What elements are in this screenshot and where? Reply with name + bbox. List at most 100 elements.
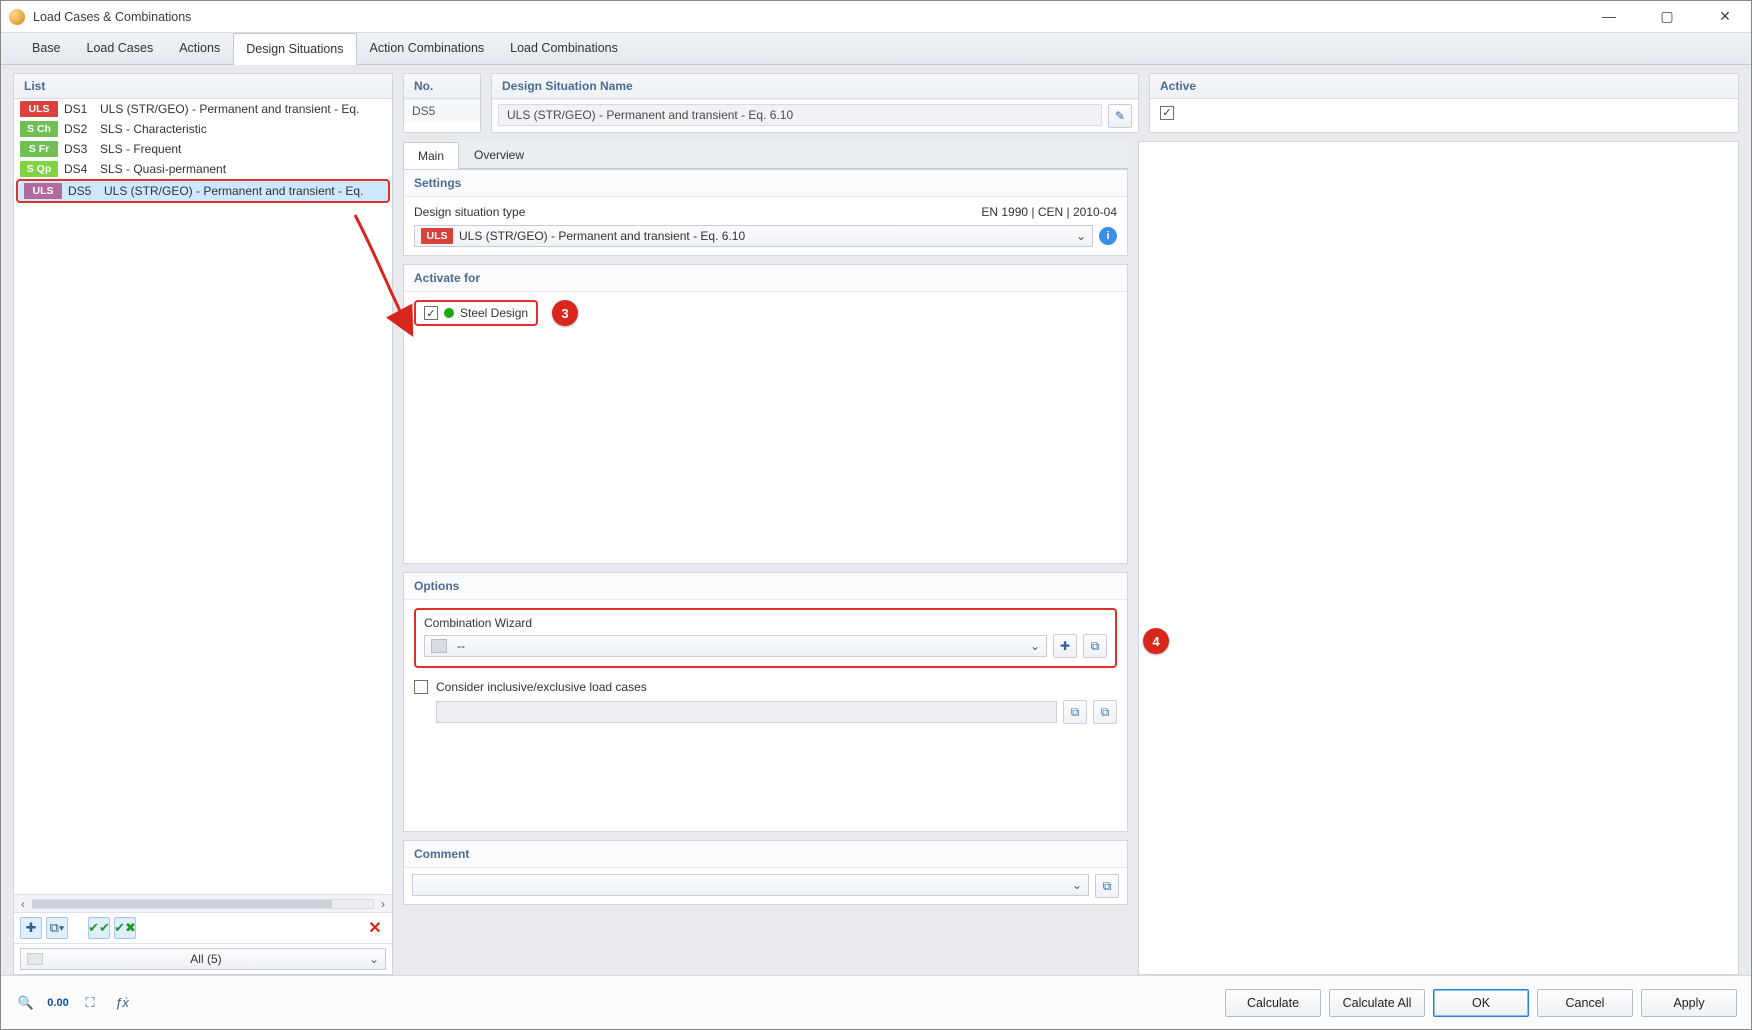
badge-sqp: S Qp — [20, 161, 58, 177]
list-item-num: DS5 — [68, 184, 98, 198]
list-filter: All (5) ⌄ — [14, 943, 392, 974]
app-icon — [9, 9, 25, 25]
chevron-down-icon: ⌄ — [1072, 878, 1082, 892]
chevron-down-icon: ⌄ — [1030, 639, 1040, 653]
activate-steel-design-box: Steel Design — [414, 300, 538, 326]
badge-uls: ULS — [20, 101, 58, 117]
tab-action-combinations[interactable]: Action Combinations — [357, 32, 498, 64]
activate-for-header: Activate for — [404, 265, 1127, 292]
active-panel: Active — [1149, 73, 1739, 133]
combo-text: ULS (STR/GEO) - Permanent and transient … — [459, 229, 745, 243]
chevron-down-icon: ⌄ — [369, 952, 379, 966]
badge-uls: ULS — [421, 228, 453, 244]
no-panel: No. DS5 — [403, 73, 481, 133]
consider-edit-button[interactable]: ⧉ — [1093, 700, 1117, 724]
list-item[interactable]: S Ch DS2 SLS - Characteristic — [14, 119, 392, 139]
info-icon[interactable]: i — [1099, 227, 1117, 245]
badge-uls: ULS — [24, 183, 62, 199]
units-icon[interactable]: 0.00 — [47, 992, 69, 1014]
comment-header: Comment — [404, 841, 1127, 868]
list-item[interactable]: S Qp DS4 SLS - Quasi-permanent — [14, 159, 392, 179]
list-item-text: SLS - Characteristic — [100, 122, 207, 136]
list-body: ULS DS1 ULS (STR/GEO) - Permanent and tr… — [14, 99, 392, 894]
function-icon[interactable]: ƒẋ — [111, 992, 133, 1014]
combination-wizard-label: Combination Wizard — [424, 616, 1107, 630]
settings-section: Settings Design situation type EN 1990 |… — [403, 169, 1128, 256]
tab-load-cases[interactable]: Load Cases — [74, 32, 167, 64]
design-situation-name-input[interactable] — [498, 104, 1102, 126]
minimize-button[interactable]: — — [1591, 8, 1627, 25]
new-button[interactable]: ✚ — [20, 917, 42, 939]
consider-label: Consider inclusive/exclusive load cases — [436, 680, 647, 694]
apply-button[interactable]: Apply — [1641, 989, 1737, 1017]
check-all-button[interactable]: ✔✔ — [88, 917, 110, 939]
options-section: Options Combination Wizard -- ⌄ ✚ — [403, 572, 1128, 832]
combination-wizard-combo[interactable]: -- ⌄ — [424, 635, 1047, 657]
tab-design-situations[interactable]: Design Situations — [233, 33, 356, 65]
consider-new-button[interactable]: ⧉ — [1063, 700, 1087, 724]
calculate-all-button[interactable]: Calculate All — [1329, 989, 1425, 1017]
steel-design-checkbox[interactable] — [424, 306, 438, 320]
filter-combo[interactable]: All (5) ⌄ — [20, 948, 386, 970]
activate-for-section: Activate for Steel Design 3 — [403, 264, 1128, 564]
scroll-left-icon[interactable]: ‹ — [14, 897, 32, 911]
list-item-num: DS3 — [64, 142, 94, 156]
settings-header: Settings — [404, 170, 1127, 197]
badge-sch: S Ch — [20, 121, 58, 137]
active-checkbox[interactable] — [1160, 106, 1174, 120]
comment-section: Comment ⌄ ⧉ — [403, 840, 1128, 905]
tab-load-combinations[interactable]: Load Combinations — [497, 32, 631, 64]
wizard-edit-button[interactable]: ⧉ — [1083, 634, 1107, 658]
badge-sfr: S Fr — [20, 141, 58, 157]
list-item-num: DS2 — [64, 122, 94, 136]
list-item-selected[interactable]: ULS DS5 ULS (STR/GEO) - Permanent and tr… — [16, 179, 390, 203]
close-button[interactable]: ✕ — [1707, 8, 1743, 25]
list-item[interactable]: ULS DS1 ULS (STR/GEO) - Permanent and tr… — [14, 99, 392, 119]
window-title: Load Cases & Combinations — [33, 10, 191, 24]
design-situation-type-code: EN 1990 | CEN | 2010-04 — [981, 205, 1117, 219]
combination-wizard-value: -- — [457, 639, 465, 653]
ok-button[interactable]: OK — [1433, 989, 1529, 1017]
tab-base[interactable]: Base — [19, 32, 74, 64]
scroll-right-icon[interactable]: › — [374, 897, 392, 911]
comment-edit-button[interactable]: ⧉ — [1095, 874, 1119, 898]
name-panel: Design Situation Name ✎ — [491, 73, 1139, 133]
list-item-num: DS4 — [64, 162, 94, 176]
consider-combo[interactable] — [436, 701, 1057, 723]
calculate-button[interactable]: Calculate — [1225, 989, 1321, 1017]
subtab-overview[interactable]: Overview — [459, 141, 539, 168]
comment-combo[interactable]: ⌄ — [412, 874, 1089, 896]
list-toolbar: ✚ ⧉▾ ✔✔ ✔✖ ✕ — [14, 912, 392, 943]
status-dot-icon — [444, 308, 454, 318]
main-tabstrip: Base Load Cases Actions Design Situation… — [1, 33, 1751, 65]
list-item[interactable]: S Fr DS3 SLS - Frequent — [14, 139, 392, 159]
scroll-thumb[interactable] — [33, 900, 332, 908]
consider-checkbox[interactable] — [414, 680, 428, 694]
no-header: No. — [404, 74, 480, 99]
callout-3: 3 — [552, 300, 578, 326]
active-header: Active — [1150, 74, 1738, 99]
tab-actions[interactable]: Actions — [166, 32, 233, 64]
name-header: Design Situation Name — [492, 74, 1138, 99]
footer: 🔍 0.00 ⛶ ƒẋ Calculate Calculate All OK C… — [1, 975, 1751, 1029]
uncheck-all-button[interactable]: ✔✖ — [114, 917, 136, 939]
model-icon[interactable]: ⛶ — [79, 992, 101, 1014]
cancel-button[interactable]: Cancel — [1537, 989, 1633, 1017]
preview-panel — [1138, 141, 1739, 975]
steel-design-label: Steel Design — [460, 306, 528, 320]
design-situation-type-label: Design situation type — [414, 205, 525, 219]
edit-name-button[interactable]: ✎ — [1108, 104, 1132, 128]
list-item-text: SLS - Frequent — [100, 142, 181, 156]
search-icon[interactable]: 🔍 — [15, 992, 37, 1014]
delete-button[interactable]: ✕ — [364, 917, 386, 939]
sub-tabstrip: Main Overview — [403, 141, 1128, 169]
combination-wizard-group: Combination Wizard -- ⌄ ✚ ⧉ — [414, 608, 1117, 668]
swatch-icon — [431, 639, 447, 653]
copy-button[interactable]: ⧉▾ — [46, 917, 68, 939]
subtab-main[interactable]: Main — [403, 142, 459, 169]
maximize-button[interactable]: ▢ — [1649, 8, 1685, 25]
list-hscrollbar[interactable]: ‹ › — [14, 894, 392, 912]
wizard-new-button[interactable]: ✚ — [1053, 634, 1077, 658]
list-header: List — [14, 74, 392, 99]
design-situation-type-combo[interactable]: ULS ULS (STR/GEO) - Permanent and transi… — [414, 225, 1093, 247]
